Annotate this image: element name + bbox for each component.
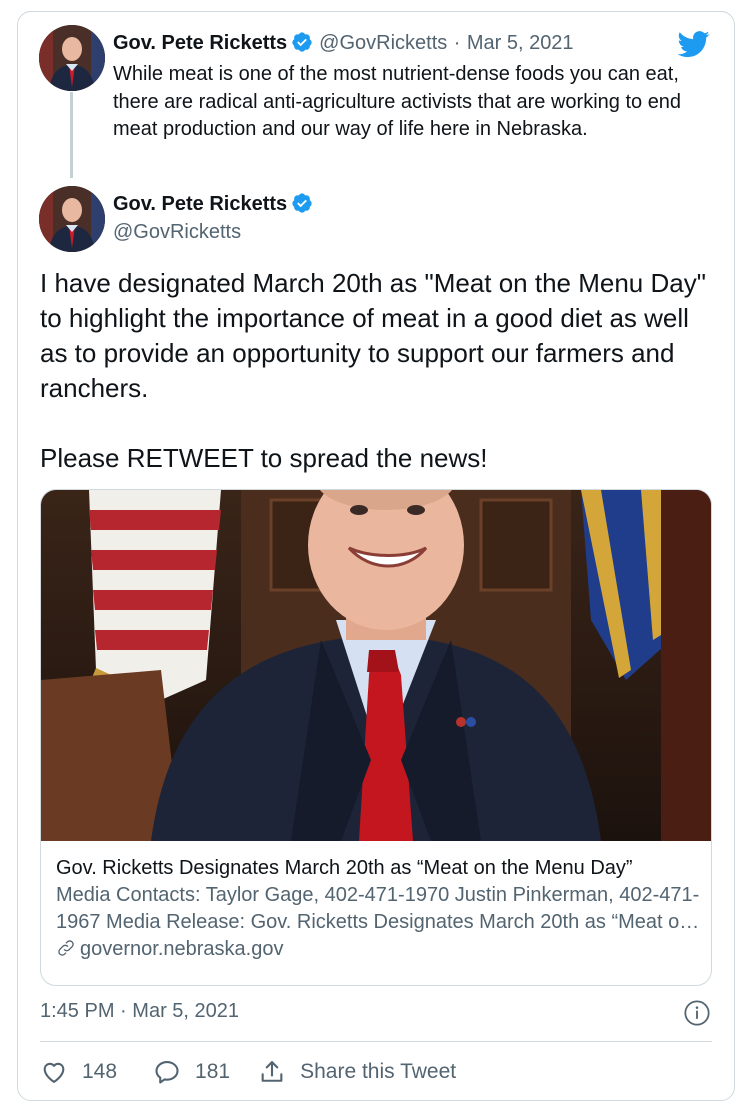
- link-preview-body: Gov. Ricketts Designates March 20th as “…: [56, 855, 706, 963]
- heart-icon: [43, 1062, 65, 1083]
- quoted-tweet-text: While meat is one of the most nutrient-d…: [113, 63, 682, 140]
- avatar[interactable]: [39, 25, 105, 91]
- verified-badge-icon: [292, 193, 312, 213]
- reply-count: 181: [195, 1060, 231, 1083]
- link-icon: [58, 940, 74, 956]
- like-count: 148: [82, 1060, 118, 1083]
- main-tweet-text: I have designated March 20th as "Meat on…: [40, 266, 720, 476]
- separator-dot: ·: [453, 32, 461, 54]
- avatar-portrait: [39, 25, 105, 91]
- quoted-tweet-date[interactable]: Mar 5, 2021: [467, 32, 574, 54]
- author-handle[interactable]: @GovRicketts: [319, 32, 447, 54]
- quoted-tweet-header: Gov. Pete Ricketts @GovRicketts · Mar 5, …: [113, 31, 574, 55]
- tweet-paragraph: Please RETWEET to spread the news!: [40, 443, 488, 473]
- share-icon: [261, 1061, 283, 1082]
- avatar-portrait: [39, 186, 105, 252]
- like-button[interactable]: 148: [40, 1058, 117, 1086]
- link-description: Media Contacts: Taylor Gage, 402-471-197…: [56, 884, 700, 933]
- author-name[interactable]: Gov. Pete Ricketts: [113, 32, 287, 54]
- link-title: Gov. Ricketts Designates March 20th as “…: [56, 857, 633, 879]
- reply-bubble-icon: [155, 1061, 179, 1084]
- divider: [40, 1041, 712, 1042]
- tweet-date: Mar 5, 2021: [132, 1000, 240, 1022]
- author-name[interactable]: Gov. Pete Ricketts: [113, 193, 287, 215]
- verified-badge-icon: [292, 32, 312, 52]
- reply-button[interactable]: 181: [153, 1058, 230, 1086]
- share-button[interactable]: Share this Tweet: [258, 1058, 456, 1086]
- link-domain: governor.nebraska.gov: [56, 936, 706, 963]
- tweet-paragraph: I have designated March 20th as "Meat on…: [40, 268, 706, 403]
- avatar[interactable]: [39, 186, 105, 252]
- thread-connector-line: [70, 92, 73, 178]
- info-icon[interactable]: [683, 999, 711, 1027]
- share-label: Share this Tweet: [300, 1060, 457, 1083]
- tweet-actions: 148 181 Share this Tweet: [40, 1056, 456, 1088]
- link-domain-text: governor.nebraska.gov: [80, 938, 284, 960]
- twitter-bird-icon[interactable]: [675, 28, 713, 60]
- link-preview-image: [41, 490, 711, 841]
- link-preview-card[interactable]: Gov. Ricketts Designates March 20th as “…: [40, 489, 712, 986]
- tweet-timestamp[interactable]: 1:45 PM · Mar 5, 2021: [40, 1000, 239, 1023]
- tweet-time: 1:45 PM: [40, 1000, 115, 1022]
- separator-dot: ·: [120, 1000, 127, 1022]
- main-tweet-header: Gov. Pete Ricketts: [113, 192, 313, 216]
- author-handle[interactable]: @GovRicketts: [113, 221, 241, 244]
